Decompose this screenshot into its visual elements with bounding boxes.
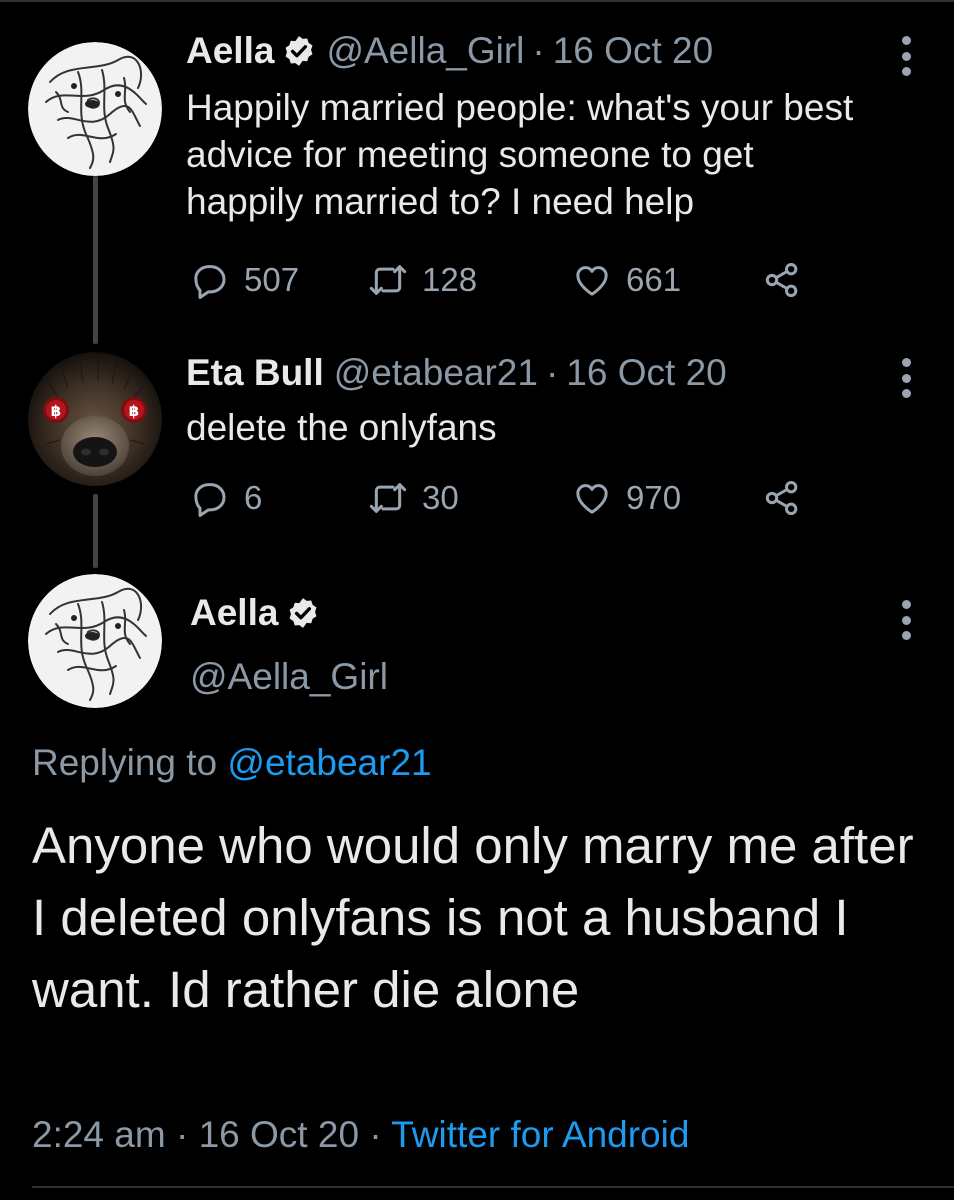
replying-to: Replying to @etabear21 — [32, 742, 432, 784]
author-handle[interactable]: @Aella_Girl — [326, 30, 524, 72]
more-vertical-icon[interactable] — [897, 358, 915, 398]
share-button[interactable] — [762, 478, 802, 518]
author-name[interactable]: Eta Bull — [186, 352, 324, 394]
dot-separator: · — [175, 1114, 189, 1155]
client-link[interactable]: Twitter for Android — [391, 1114, 689, 1155]
dot-separator: · — [545, 352, 559, 393]
like-count: 970 — [626, 479, 682, 516]
verified-badge-icon — [282, 34, 316, 68]
tweet-text-line: Happily married people: what's your best — [186, 87, 854, 128]
like-count: 661 — [626, 261, 682, 298]
bottom-divider — [32, 1186, 954, 1188]
author-handle[interactable]: @Aella_Girl — [190, 656, 388, 698]
author-name[interactable]: Aella — [186, 30, 274, 72]
main-author-name-row: Aella — [190, 592, 320, 634]
more-vertical-icon[interactable] — [897, 600, 915, 640]
avatar-bear-image: ฿ ฿ — [28, 352, 162, 486]
tweet-meta: 2:24 am · 16 Oct 20 · Twitter for Androi… — [32, 1114, 689, 1156]
reply-icon — [194, 265, 226, 299]
avatar-sketch-image — [28, 574, 162, 708]
share-icon — [765, 481, 798, 515]
tweet-text: delete the onlyfans — [186, 404, 916, 451]
tweet-text: Happily married people: what's your best… — [186, 84, 916, 225]
like-button[interactable]: 970 — [572, 478, 681, 518]
reply-count: 507 — [244, 261, 300, 298]
thread-connector — [93, 494, 98, 568]
retweet-icon — [369, 265, 407, 295]
tweet-date[interactable]: 16 Oct 20 — [199, 1114, 359, 1155]
tweet-time[interactable]: 2:24 am — [32, 1114, 166, 1155]
avatar-sketch-image — [28, 42, 162, 176]
tweet-text-line: delete the onlyfans — [186, 407, 497, 448]
reply-count: 6 — [244, 479, 263, 516]
tweet-header: Eta Bull @etabear21 · 16 Oct 20 — [186, 352, 727, 394]
like-button[interactable]: 661 — [572, 260, 681, 300]
avatar-aella[interactable] — [28, 42, 162, 176]
replying-label: Replying to — [32, 742, 218, 783]
svg-text:฿: ฿ — [129, 402, 139, 420]
retweet-count: 128 — [422, 261, 478, 298]
tweet-header: Aella @Aella_Girl · 16 Oct 20 — [186, 30, 713, 72]
more-vertical-icon[interactable] — [897, 36, 915, 76]
author-name[interactable]: Aella — [190, 592, 278, 634]
heart-icon — [576, 484, 608, 514]
reply-button[interactable]: 507 — [190, 260, 299, 300]
replying-mention-link[interactable]: @etabear21 — [227, 742, 431, 783]
share-icon — [765, 263, 798, 297]
retweet-icon — [369, 483, 407, 513]
avatar-eta-bull[interactable]: ฿ ฿ — [28, 352, 162, 486]
dot-separator: · — [369, 1114, 382, 1155]
heart-icon — [576, 266, 608, 296]
verified-badge-icon — [286, 596, 320, 630]
tweet-date[interactable]: 16 Oct 20 — [566, 352, 726, 394]
svg-text:฿: ฿ — [51, 402, 61, 420]
retweet-button[interactable]: 30 — [368, 478, 459, 518]
top-divider — [0, 0, 954, 2]
avatar-aella[interactable] — [28, 574, 162, 708]
main-tweet-text: Anyone who would only marry me after I d… — [32, 817, 914, 1018]
dot-separator: · — [532, 30, 545, 71]
retweet-button[interactable]: 128 — [368, 260, 477, 300]
reply-icon — [194, 483, 226, 517]
tweet-text-line: happily married to? I need help — [186, 181, 695, 222]
retweet-count: 30 — [422, 479, 459, 516]
share-button[interactable] — [762, 260, 802, 300]
thread-connector — [93, 176, 98, 344]
author-handle[interactable]: @etabear21 — [334, 352, 538, 394]
tweet-text-line: advice for meeting someone to get — [186, 134, 754, 175]
reply-button[interactable]: 6 — [190, 478, 262, 518]
tweet-date[interactable]: 16 Oct 20 — [553, 30, 713, 72]
